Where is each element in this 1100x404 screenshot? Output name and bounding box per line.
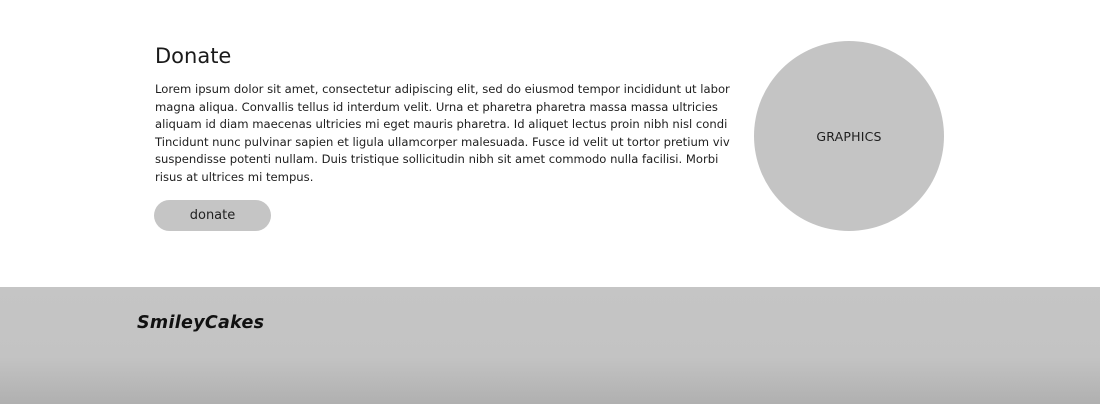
footer: SmileyCakes bbox=[0, 287, 1100, 404]
donate-description: Lorem ipsum dolor sit amet, consectetur … bbox=[155, 82, 730, 184]
donate-button[interactable]: donate bbox=[154, 200, 271, 231]
donate-heading: Donate bbox=[155, 44, 232, 68]
graphics-placeholder: GRAPHICS bbox=[754, 41, 944, 231]
page: Donate Lorem ipsum dolor sit amet, conse… bbox=[0, 0, 1100, 404]
graphics-label: GRAPHICS bbox=[816, 128, 882, 144]
donate-section: Donate Lorem ipsum dolor sit amet, conse… bbox=[0, 0, 1100, 287]
footer-logo[interactable]: SmileyCakes bbox=[137, 313, 264, 333]
donate-content: Donate Lorem ipsum dolor sit amet, conse… bbox=[155, 43, 745, 186]
